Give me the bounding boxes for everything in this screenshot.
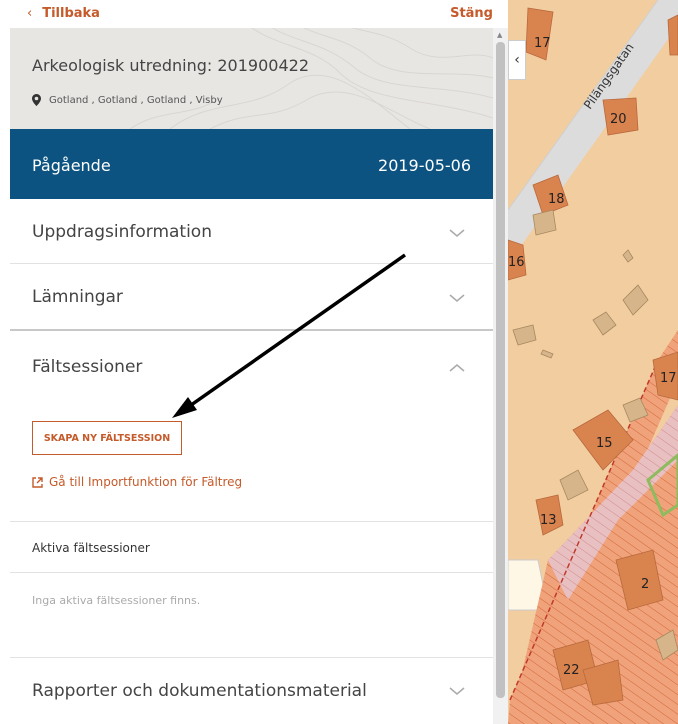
section-lamningar[interactable]: Lämningar xyxy=(10,264,493,331)
section-label: Rapporter och dokumentationsmaterial xyxy=(32,681,367,701)
section-label: Fältsessioner xyxy=(32,357,143,377)
side-panel: ‹ Tillbaka Stäng Arkeologisk utredning: 2… xyxy=(0,0,508,724)
collapse-panel-button[interactable]: ‹ xyxy=(508,40,526,80)
status-bar: Pågående 2019-05-06 xyxy=(10,129,493,199)
plot-number: 2 xyxy=(641,577,649,592)
section-rapporter[interactable]: Rapporter och dokumentationsmaterial xyxy=(10,658,493,724)
chevron-left-icon: ‹ xyxy=(27,6,33,21)
scrollbar[interactable]: ▲ xyxy=(493,28,508,724)
section-label: Lämningar xyxy=(32,287,123,307)
section-label: Uppdragsinformation xyxy=(32,222,212,242)
building-top-right xyxy=(667,14,678,56)
empty-sessions-text: Inga aktiva fältsessioner finns. xyxy=(32,594,201,607)
location-row: Gotland , Gotland , Gotland , Visby xyxy=(32,94,223,106)
plot-number: 22 xyxy=(563,663,580,678)
chevron-up-icon xyxy=(449,364,465,372)
outbuilding xyxy=(532,209,557,236)
back-label: Tillbaka xyxy=(42,6,100,21)
map-canvas[interactable]: Pilängsgatan 17 20 18 16 17 15 13 2 22 xyxy=(508,0,678,724)
active-sessions-heading: Aktiva fältsessioner xyxy=(32,541,150,555)
back-link[interactable]: ‹ Tillbaka xyxy=(27,6,100,21)
external-link-icon xyxy=(32,476,43,488)
plot-number: 17 xyxy=(660,371,677,386)
plot-number: 13 xyxy=(540,513,557,528)
plot-number: 15 xyxy=(596,436,613,451)
section-faltsessioner[interactable]: Fältsessioner xyxy=(10,331,493,403)
section-uppdragsinformation[interactable]: Uppdragsinformation xyxy=(10,200,493,264)
plot-number: 20 xyxy=(610,112,627,127)
assignment-header: Arkeologisk utredning: 201900422 Gotland… xyxy=(10,28,493,129)
top-bar: ‹ Tillbaka Stäng xyxy=(0,0,508,28)
divider xyxy=(10,572,493,573)
import-link-label: Gå till Importfunktion för Fältreg xyxy=(49,475,243,489)
divider xyxy=(10,521,493,522)
scrollbar-thumb[interactable] xyxy=(496,42,505,698)
create-field-session-button[interactable]: SKAPA NY FÄLTSESSION xyxy=(32,421,182,455)
plot-number: 18 xyxy=(548,192,565,207)
chevron-down-icon xyxy=(449,294,465,302)
plot-number: 17 xyxy=(534,36,551,51)
page-title: Arkeologisk utredning: 201900422 xyxy=(32,56,309,75)
close-link[interactable]: Stäng xyxy=(450,6,493,21)
map-pin-icon xyxy=(32,94,41,106)
chevron-left-icon: ‹ xyxy=(514,52,520,68)
location-text: Gotland , Gotland , Gotland , Visby xyxy=(49,94,223,106)
map-view[interactable]: Pilängsgatan 17 20 18 16 17 15 13 2 22 xyxy=(508,0,678,724)
status-label: Pågående xyxy=(32,156,111,175)
scroll-up-icon[interactable]: ▲ xyxy=(497,31,502,39)
topographic-background xyxy=(129,28,493,129)
status-date: 2019-05-06 xyxy=(378,156,471,175)
chevron-down-icon xyxy=(449,687,465,695)
chevron-down-icon xyxy=(449,229,465,237)
plot-number: 16 xyxy=(508,255,525,270)
import-link[interactable]: Gå till Importfunktion för Fältreg xyxy=(32,475,242,489)
